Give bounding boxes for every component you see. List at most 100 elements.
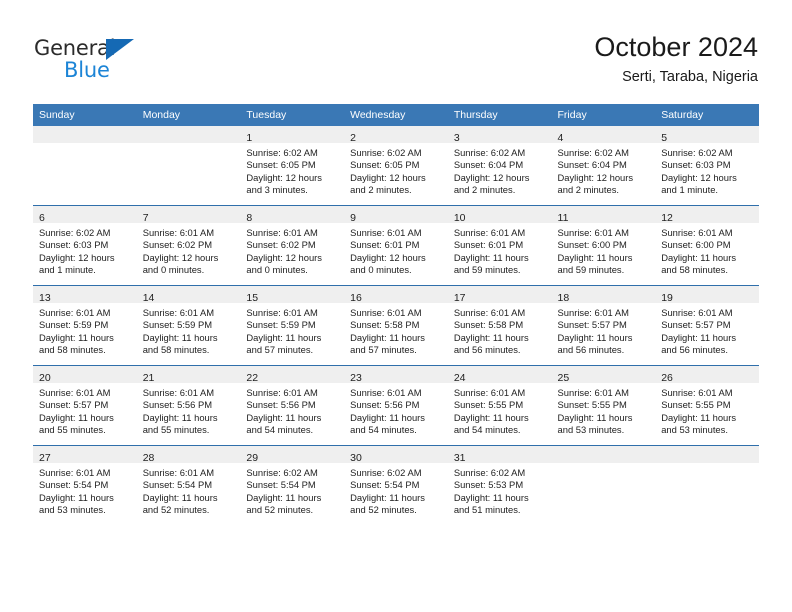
day-detail-line: Daylight: 11 hours bbox=[453, 491, 529, 503]
calendar-cell-day[interactable]: 24 Sunrise: 6:01 AM Sunset: 5:55 PM Dayligh… bbox=[447, 365, 552, 446]
day-number-band bbox=[655, 446, 759, 463]
day-detail-line: Daylight: 12 hours bbox=[39, 251, 115, 263]
day-detail-line: Daylight: 11 hours bbox=[39, 491, 114, 503]
day-detail-line: Daylight: 12 hours bbox=[557, 171, 634, 183]
day-detail-line: Daylight: 11 hours bbox=[350, 331, 425, 343]
day-detail-line: and 54 minutes. bbox=[453, 424, 521, 436]
calendar-cell-day[interactable]: 26 Sunrise: 6:01 AM Sunset: 5:55 PM Dayligh… bbox=[655, 365, 759, 446]
day-detail-line: and 59 minutes. bbox=[557, 264, 625, 276]
calendar-cell-day[interactable]: 11 Sunrise: 6:01 AM Sunset: 6:00 PM Dayligh… bbox=[551, 205, 656, 286]
day-detail-line: Sunrise: 6:01 AM bbox=[246, 307, 318, 318]
calendar-cell-day[interactable]: 1 Sunrise: 6:02 AM Sunset: 6:05 PM Daylight… bbox=[240, 126, 345, 206]
calendar-cell-day[interactable]: 19 Sunrise: 6:01 AM Sunset: 5:57 PM Dayligh… bbox=[655, 285, 759, 366]
day-detail-line: Sunrise: 6:01 AM bbox=[246, 227, 318, 238]
day-detail-line: Daylight: 12 hours bbox=[246, 171, 322, 183]
day-number-band: 19 bbox=[655, 286, 759, 304]
day-number-band: 9 bbox=[344, 206, 448, 224]
day-detail-line: Sunrise: 6:01 AM bbox=[246, 387, 318, 398]
day-details: Sunrise: 6:02 AM Sunset: 6:04 PM Daylight:… bbox=[448, 143, 552, 197]
day-detail-line: and 53 minutes. bbox=[661, 424, 728, 436]
day-detail-line: Daylight: 11 hours bbox=[557, 411, 633, 423]
day-detail-line: Daylight: 12 hours bbox=[142, 251, 219, 263]
day-detail-line: Daylight: 11 hours bbox=[557, 331, 633, 343]
calendar-cell-day[interactable]: 4 Sunrise: 6:02 AM Sunset: 6:04 PM Daylight… bbox=[551, 126, 656, 206]
calendar-cell-day[interactable]: 28 Sunrise: 6:01 AM Sunset: 5:54 PM Dayligh… bbox=[136, 445, 241, 525]
weekday-header-tuesday: Tuesday bbox=[240, 104, 345, 126]
day-detail-line: Sunrise: 6:01 AM bbox=[39, 387, 111, 398]
day-details: Sunrise: 6:01 AM Sunset: 5:59 PM Daylight:… bbox=[240, 303, 344, 357]
calendar-cell-inner: 25 Sunrise: 6:01 AM Sunset: 5:55 PM Dayligh… bbox=[551, 366, 656, 445]
day-number: 31 bbox=[453, 452, 466, 464]
calendar-cell-day[interactable]: 5 Sunrise: 6:02 AM Sunset: 6:03 PM Daylight… bbox=[655, 126, 759, 206]
calendar-cell-day[interactable]: 29 Sunrise: 6:02 AM Sunset: 5:54 PM Dayligh… bbox=[240, 445, 345, 525]
day-detail-line: Sunset: 5:53 PM bbox=[453, 479, 524, 491]
day-details: Sunrise: 6:01 AM Sunset: 5:57 PM Daylight:… bbox=[655, 303, 759, 357]
day-detail-line: Sunrise: 6:02 AM bbox=[246, 467, 318, 478]
calendar-cell-day[interactable]: 21 Sunrise: 6:01 AM Sunset: 5:56 PM Dayligh… bbox=[136, 365, 241, 446]
day-number-band: 2 bbox=[344, 126, 448, 144]
calendar-cell-day[interactable]: 18 Sunrise: 6:01 AM Sunset: 5:57 PM Dayligh… bbox=[551, 285, 656, 366]
day-number-band: 25 bbox=[551, 366, 656, 384]
day-detail-line: Daylight: 12 hours bbox=[350, 171, 426, 183]
generalblue-logo[interactable]: General Blue bbox=[34, 36, 214, 88]
day-detail-line: Sunrise: 6:01 AM bbox=[661, 387, 733, 398]
day-detail-line: Sunset: 5:57 PM bbox=[39, 399, 109, 411]
weekday-header-thursday: Thursday bbox=[447, 104, 552, 126]
calendar-cell-day[interactable]: 27 Sunrise: 6:01 AM Sunset: 5:54 PM Dayligh… bbox=[33, 445, 137, 525]
day-number: 1 bbox=[246, 132, 253, 144]
calendar-cell-day[interactable]: 30 Sunrise: 6:02 AM Sunset: 5:54 PM Dayligh… bbox=[344, 445, 448, 525]
day-detail-line: and 54 minutes. bbox=[246, 424, 314, 436]
day-detail-line: Daylight: 11 hours bbox=[661, 331, 737, 343]
day-details: Sunrise: 6:02 AM Sunset: 6:04 PM Daylight:… bbox=[552, 143, 656, 197]
calendar-cell-day[interactable]: 7 Sunrise: 6:01 AM Sunset: 6:02 PM Daylight… bbox=[136, 205, 241, 286]
calendar-cell-day[interactable]: 10 Sunrise: 6:01 AM Sunset: 6:01 PM Dayligh… bbox=[447, 205, 552, 286]
day-detail-line: and 53 minutes. bbox=[557, 424, 625, 436]
day-detail-line: and 2 minutes. bbox=[350, 184, 412, 196]
day-detail-line: Sunset: 5:54 PM bbox=[142, 479, 213, 491]
calendar-cell-day[interactable]: 22 Sunrise: 6:01 AM Sunset: 5:56 PM Dayligh… bbox=[240, 365, 345, 446]
day-details: Sunrise: 6:02 AM Sunset: 5:54 PM Daylight:… bbox=[240, 463, 344, 517]
calendar-cell-day[interactable]: 23 Sunrise: 6:01 AM Sunset: 5:56 PM Dayligh… bbox=[344, 365, 448, 446]
calendar-cell-day[interactable]: 15 Sunrise: 6:01 AM Sunset: 5:59 PM Dayligh… bbox=[240, 285, 345, 366]
calendar-cell-inner: 19 Sunrise: 6:01 AM Sunset: 5:57 PM Dayligh… bbox=[655, 286, 759, 365]
calendar-cell-day[interactable]: 14 Sunrise: 6:01 AM Sunset: 5:59 PM Dayligh… bbox=[136, 285, 241, 366]
day-detail-line: Sunset: 5:55 PM bbox=[661, 399, 731, 411]
day-detail-line: and 52 minutes. bbox=[350, 504, 417, 516]
day-number: 5 bbox=[661, 132, 668, 144]
day-detail-line: Sunrise: 6:01 AM bbox=[661, 227, 733, 238]
day-detail-line: Sunrise: 6:01 AM bbox=[142, 227, 215, 238]
day-details: Sunrise: 6:02 AM Sunset: 6:03 PM Daylight:… bbox=[33, 223, 137, 277]
calendar-cell-day[interactable]: 20 Sunrise: 6:01 AM Sunset: 5:57 PM Dayligh… bbox=[33, 365, 137, 446]
day-number: 17 bbox=[453, 292, 466, 304]
calendar-cell-inner: 17 Sunrise: 6:01 AM Sunset: 5:58 PM Dayligh… bbox=[447, 286, 552, 365]
day-detail-line: Sunrise: 6:01 AM bbox=[142, 387, 215, 398]
day-number: 26 bbox=[661, 372, 673, 384]
day-number: 12 bbox=[661, 212, 673, 224]
day-detail-line: Sunset: 6:03 PM bbox=[661, 159, 731, 171]
day-detail-line: Sunset: 6:00 PM bbox=[557, 239, 627, 251]
day-details: Sunrise: 6:01 AM Sunset: 5:57 PM Daylight:… bbox=[552, 303, 656, 357]
calendar-cell-day[interactable]: 13 Sunrise: 6:01 AM Sunset: 5:59 PM Dayligh… bbox=[33, 285, 137, 366]
calendar-cell-day[interactable]: 17 Sunrise: 6:01 AM Sunset: 5:58 PM Dayligh… bbox=[447, 285, 552, 366]
day-detail-line: and 56 minutes. bbox=[453, 344, 521, 356]
day-detail-line: Sunset: 5:59 PM bbox=[142, 319, 213, 331]
page-header: General Blue October 2024 Serti, Taraba,… bbox=[0, 0, 792, 100]
calendar-cell-day[interactable]: 16 Sunrise: 6:01 AM Sunset: 5:58 PM Dayligh… bbox=[344, 285, 448, 366]
calendar-cell-day[interactable]: 31 Sunrise: 6:02 AM Sunset: 5:53 PM Dayligh… bbox=[447, 445, 552, 525]
calendar-cell-day[interactable]: 8 Sunrise: 6:01 AM Sunset: 6:02 PM Daylight… bbox=[240, 205, 345, 286]
day-number-band: 8 bbox=[240, 206, 345, 224]
day-detail-line: Sunset: 5:56 PM bbox=[246, 399, 316, 411]
calendar-week-row: 27 Sunrise: 6:01 AM Sunset: 5:54 PM Dayligh… bbox=[33, 445, 759, 525]
day-detail-line: Daylight: 11 hours bbox=[557, 251, 633, 263]
day-details: Sunrise: 6:02 AM Sunset: 6:05 PM Daylight:… bbox=[344, 143, 448, 197]
day-details: Sunrise: 6:01 AM Sunset: 5:56 PM Daylight:… bbox=[240, 383, 344, 437]
calendar-cell-day[interactable]: 9 Sunrise: 6:01 AM Sunset: 6:01 PM Daylight… bbox=[344, 205, 448, 286]
calendar-cell-day[interactable]: 25 Sunrise: 6:01 AM Sunset: 5:55 PM Dayligh… bbox=[551, 365, 656, 446]
day-number: 24 bbox=[453, 372, 466, 384]
calendar-cell-day[interactable]: 3 Sunrise: 6:02 AM Sunset: 6:04 PM Daylight… bbox=[447, 126, 552, 206]
day-number-band bbox=[136, 126, 241, 143]
calendar-cell-day[interactable]: 2 Sunrise: 6:02 AM Sunset: 6:05 PM Daylight… bbox=[344, 126, 448, 206]
calendar-cell-day[interactable]: 6 Sunrise: 6:02 AM Sunset: 6:03 PM Daylight… bbox=[33, 205, 137, 286]
calendar-cell-day[interactable]: 12 Sunrise: 6:01 AM Sunset: 6:00 PM Dayligh… bbox=[655, 205, 759, 286]
day-details: Sunrise: 6:01 AM Sunset: 6:01 PM Daylight:… bbox=[344, 223, 448, 277]
